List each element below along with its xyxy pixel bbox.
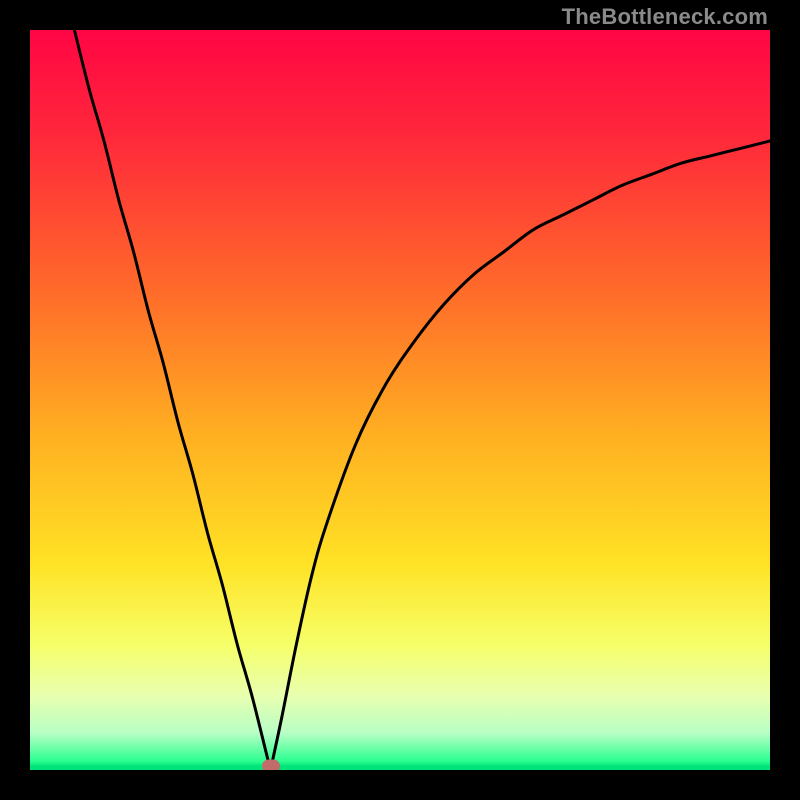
watermark-text: TheBottleneck.com [562,4,768,30]
plot-area [30,30,770,770]
optimal-point-marker [262,760,280,770]
chart-frame: TheBottleneck.com [0,0,800,800]
bottleneck-curve [30,30,770,770]
